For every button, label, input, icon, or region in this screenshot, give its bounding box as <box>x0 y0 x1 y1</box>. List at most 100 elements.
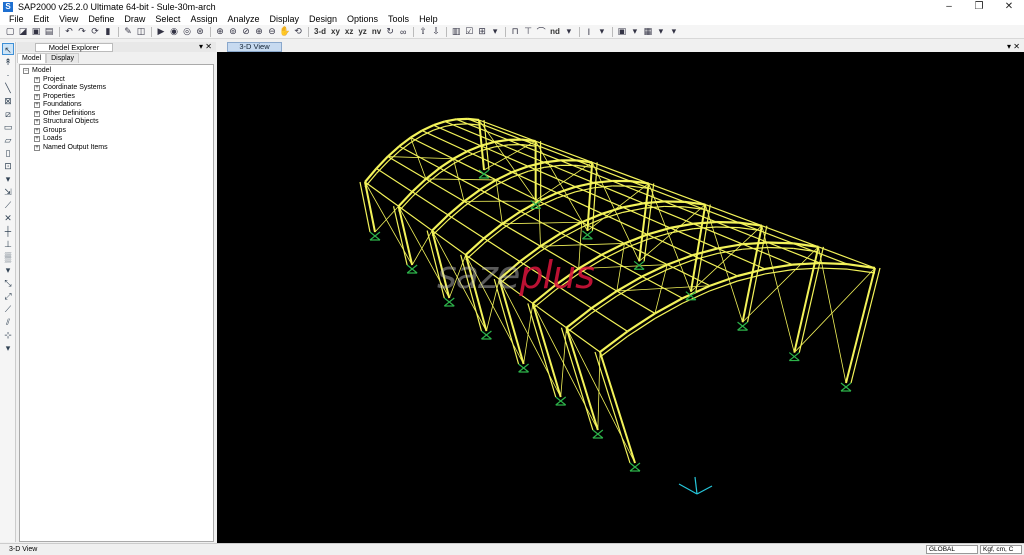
quick-draw-icon[interactable]: ⊠ <box>2 95 14 107</box>
menu-view[interactable]: View <box>54 14 83 24</box>
perspective-icon[interactable]: ∞ <box>397 26 409 37</box>
pointer-icon[interactable]: ↖ <box>2 43 14 55</box>
units-select[interactable]: Kgf, cm, C <box>980 545 1022 554</box>
display-options-icon[interactable]: ▣ <box>616 26 628 37</box>
frame-icon[interactable]: ⊓ <box>509 26 521 37</box>
refresh-icon[interactable]: ⟳ <box>89 26 101 37</box>
check-model-icon[interactable]: ☑ <box>463 26 475 37</box>
dropdown-arrow-icon[interactable]: ▾ <box>629 26 641 37</box>
cursor-grid-icon[interactable]: ⊞ <box>476 26 488 37</box>
tree-node-model[interactable]: − Model <box>23 67 213 76</box>
draw-link-icon[interactable]: ⊡ <box>2 160 14 172</box>
print-icon[interactable]: ▤ <box>43 26 55 37</box>
stop-icon[interactable]: ◎ <box>181 26 193 37</box>
undo-icon[interactable]: ↶ <box>63 26 75 37</box>
close-icon[interactable]: ✕ <box>1013 42 1020 51</box>
dropdown-arrow-icon[interactable]: ▾ <box>655 26 667 37</box>
object-shrink-icon[interactable]: ▥ <box>450 26 462 37</box>
expand-icon[interactable]: + <box>34 102 40 109</box>
expand-icon[interactable]: + <box>34 110 40 117</box>
snap-line-icon[interactable]: ⫽ <box>2 316 14 328</box>
minimize-button[interactable]: – <box>934 0 964 13</box>
snap-end-icon[interactable]: ⤢ <box>2 290 14 302</box>
draw-frame-icon[interactable]: ╲ <box>2 82 14 94</box>
table-icon[interactable]: ▦ <box>642 26 654 37</box>
zoom-window-icon[interactable]: ⊕ <box>214 26 226 37</box>
snap-mid-icon[interactable]: ⟋ <box>2 303 14 315</box>
tree-node-other-definitions[interactable]: + Other Definitions <box>23 110 213 119</box>
move-down-icon[interactable]: ⇩ <box>430 26 442 37</box>
results-icon[interactable]: ⊛ <box>194 26 206 37</box>
tree-node-loads[interactable]: + Loads <box>23 135 213 144</box>
menu-design[interactable]: Design <box>304 14 342 24</box>
menu-select[interactable]: Select <box>150 14 185 24</box>
hatch-icon[interactable]: ▒ <box>2 251 14 263</box>
menu-file[interactable]: File <box>4 14 29 24</box>
tree-node-groups[interactable]: + Groups <box>23 127 213 136</box>
expand-icon[interactable]: + <box>34 144 40 151</box>
expand-icon[interactable]: + <box>34 85 40 92</box>
model-canvas[interactable]: sazeplus <box>217 52 1024 543</box>
tab-model[interactable]: Model <box>17 53 47 63</box>
dropdown-arrow-icon[interactable]: ▾ <box>2 342 14 354</box>
zoom-in-icon[interactable]: ⊕ <box>253 26 265 37</box>
dropdown-arrow-icon[interactable]: ▾ <box>668 26 680 37</box>
open-file-icon[interactable]: ◪ <box>17 26 29 37</box>
expand-icon[interactable]: + <box>34 136 40 143</box>
portal-frame-icon[interactable]: ⊤ <box>522 26 534 37</box>
lock-icon[interactable]: ▮ <box>102 26 114 37</box>
dropdown-arrow-icon[interactable]: ▾ <box>489 26 501 37</box>
menu-define[interactable]: Define <box>83 14 119 24</box>
pan-icon[interactable]: ✋ <box>279 26 291 37</box>
dropdown-arrow-icon[interactable]: ▾ <box>563 26 575 37</box>
menu-analyze[interactable]: Analyze <box>222 14 264 24</box>
expand-icon[interactable]: + <box>34 119 40 126</box>
arch-icon[interactable]: ⌒ <box>535 26 547 37</box>
menu-help[interactable]: Help <box>414 14 443 24</box>
view-nv-button[interactable]: nv <box>370 26 383 37</box>
dropdown-arrow-icon[interactable]: ▾ <box>596 26 608 37</box>
menu-assign[interactable]: Assign <box>185 14 222 24</box>
dropdown-arrow-icon[interactable]: ▾ <box>2 264 14 276</box>
menu-edit[interactable]: Edit <box>29 14 55 24</box>
view-xy-button[interactable]: xy <box>329 26 342 37</box>
menu-display[interactable]: Display <box>264 14 304 24</box>
pencil-icon[interactable]: ✎ <box>122 26 134 37</box>
rotate-icon[interactable]: ⟲ <box>292 26 304 37</box>
view-xz-button[interactable]: xz <box>343 26 355 37</box>
redo-icon[interactable]: ↷ <box>76 26 88 37</box>
tree-node-named-output-items[interactable]: + Named Output Items <box>23 144 213 153</box>
dropdown-arrow-icon[interactable]: ▾ <box>2 173 14 185</box>
pin-icon[interactable]: ⊥ <box>2 238 14 250</box>
snap-icon[interactable]: ⤡ <box>2 277 14 289</box>
layers-icon[interactable]: ◫ <box>135 26 147 37</box>
select-all-icon[interactable]: ⇲ <box>2 186 14 198</box>
tree-node-structural-objects[interactable]: + Structural Objects <box>23 118 213 127</box>
draw-poly-icon[interactable]: ▱ <box>2 134 14 146</box>
view-nd-button[interactable]: nd <box>548 26 562 37</box>
rubberband-icon[interactable]: ↻ <box>384 26 396 37</box>
expand-icon[interactable]: + <box>34 127 40 134</box>
move-up-icon[interactable]: ⇧ <box>417 26 429 37</box>
section-icon[interactable]: I <box>583 26 595 37</box>
draw-brace-icon[interactable]: ⧄ <box>2 108 14 120</box>
menu-tools[interactable]: Tools <box>383 14 414 24</box>
run-options-icon[interactable]: ◉ <box>168 26 180 37</box>
close-button[interactable]: ✕ <box>994 0 1024 13</box>
expand-icon[interactable]: + <box>34 93 40 100</box>
view-3d-button[interactable]: 3-d <box>312 26 328 37</box>
tree-node-project[interactable]: + Project <box>23 76 213 85</box>
joint-icon[interactable]: ┼ <box>2 225 14 237</box>
tab-3d-view[interactable]: 3-D View <box>227 42 282 52</box>
run-icon[interactable]: ▶ <box>155 26 167 37</box>
zoom-previous-icon[interactable]: ⊘ <box>240 26 252 37</box>
tree-node-foundations[interactable]: + Foundations <box>23 101 213 110</box>
coord-system-select[interactable]: GLOBAL <box>926 545 978 554</box>
zoom-out-icon[interactable]: ⊖ <box>266 26 278 37</box>
collapse-icon[interactable]: − <box>23 68 29 75</box>
draw-solid-icon[interactable]: ▯ <box>2 147 14 159</box>
restore-button[interactable]: ❐ <box>964 0 994 13</box>
tree-node-coordinate-systems[interactable]: + Coordinate Systems <box>23 84 213 93</box>
reshape-icon[interactable]: ↟ <box>2 56 14 68</box>
close-icon[interactable]: ✕ <box>205 42 212 51</box>
